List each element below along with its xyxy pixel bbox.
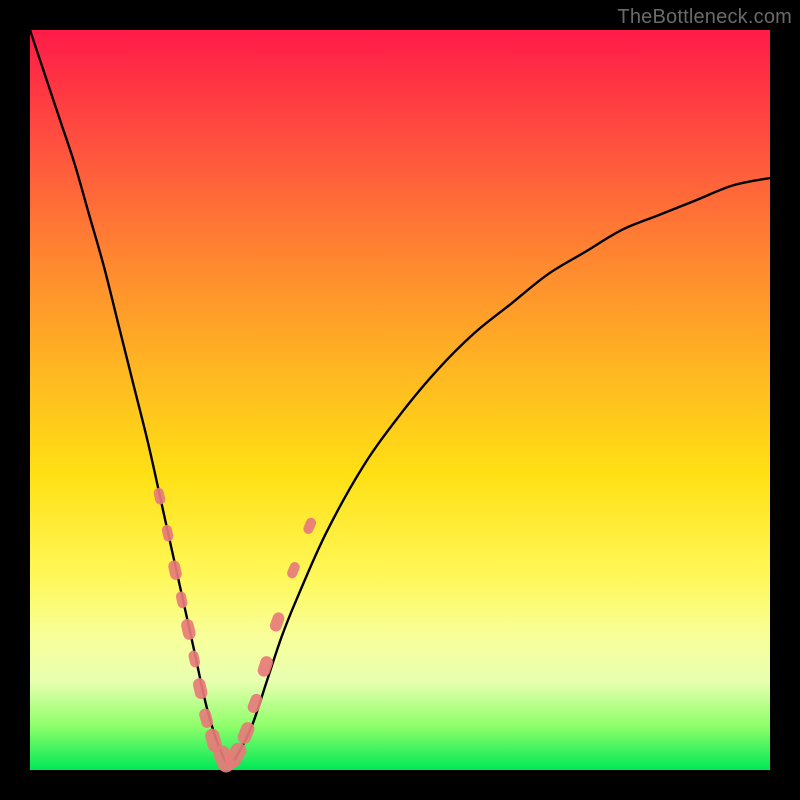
highlight-point <box>188 650 201 669</box>
chart-svg <box>30 30 770 770</box>
highlight-point <box>167 559 183 581</box>
highlight-point <box>180 618 197 641</box>
watermark-text: TheBottleneck.com <box>617 6 792 29</box>
bottleneck-curve <box>30 30 770 763</box>
plot-area <box>30 30 770 770</box>
highlight-point <box>153 487 166 506</box>
highlighted-points <box>153 487 318 775</box>
highlight-point <box>302 516 318 535</box>
highlight-point <box>175 591 188 610</box>
outer-frame: TheBottleneck.com <box>0 0 800 800</box>
highlight-point <box>192 677 209 700</box>
highlight-point <box>256 654 275 678</box>
highlight-point <box>285 560 301 579</box>
highlight-point <box>161 524 174 543</box>
